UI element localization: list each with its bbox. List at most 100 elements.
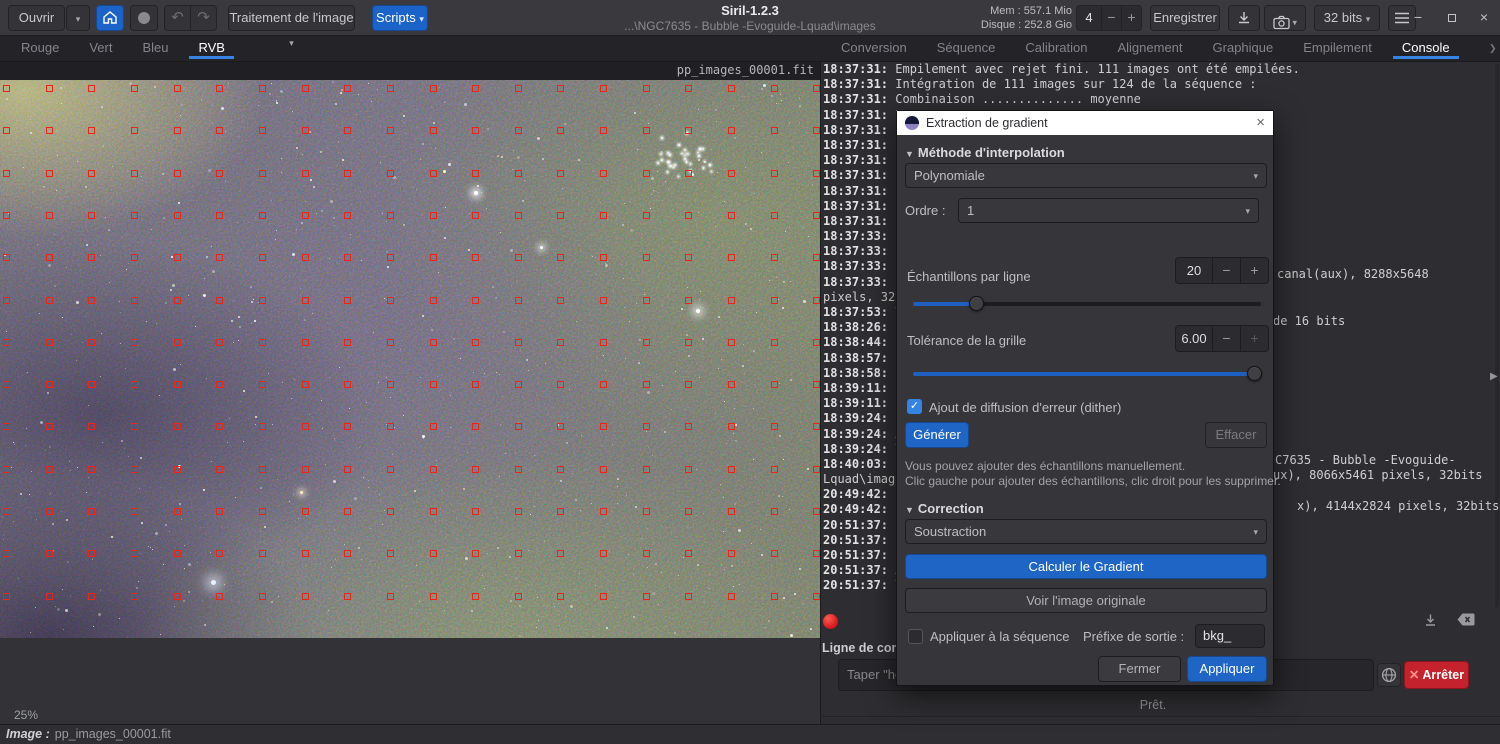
gradient-sample-box[interactable] (387, 550, 394, 557)
gradient-sample-box[interactable] (600, 423, 607, 430)
gradient-sample-box[interactable] (302, 127, 309, 134)
home-button[interactable] (96, 5, 124, 31)
gradient-sample-box[interactable] (387, 297, 394, 304)
order-combo[interactable]: 1▾ (958, 198, 1259, 223)
tab-panel-graphique[interactable]: Graphique (1198, 36, 1289, 59)
gradient-sample-box[interactable] (387, 127, 394, 134)
gradient-sample-box[interactable] (46, 85, 53, 92)
gradient-sample-box[interactable] (344, 466, 351, 473)
gradient-sample-box[interactable] (46, 423, 53, 430)
gradient-sample-box[interactable] (3, 254, 10, 261)
gradient-sample-box[interactable] (643, 423, 650, 430)
gradient-sample-box[interactable] (728, 254, 735, 261)
gradient-sample-box[interactable] (344, 170, 351, 177)
gradient-sample-box[interactable] (387, 85, 394, 92)
gradient-sample-box[interactable] (88, 550, 95, 557)
plus-button[interactable]: + (1121, 6, 1141, 30)
gradient-sample-box[interactable] (174, 593, 181, 600)
gradient-sample-box[interactable] (685, 593, 692, 600)
gradient-sample-box[interactable] (685, 212, 692, 219)
gradient-sample-box[interactable] (515, 170, 522, 177)
gradient-sample-box[interactable] (472, 381, 479, 388)
gradient-sample-box[interactable] (813, 297, 820, 304)
gradient-sample-box[interactable] (216, 170, 223, 177)
undo-button[interactable]: ↶ (164, 5, 191, 31)
gradient-sample-box[interactable] (643, 127, 650, 134)
gradient-sample-box[interactable] (174, 508, 181, 515)
gradient-sample-box[interactable] (685, 423, 692, 430)
gradient-sample-box[interactable] (643, 297, 650, 304)
gradient-sample-box[interactable] (88, 593, 95, 600)
gradient-sample-box[interactable] (259, 508, 266, 515)
minus-button[interactable]: − (1101, 6, 1121, 30)
gradient-sample-box[interactable] (174, 254, 181, 261)
gradient-sample-box[interactable] (131, 85, 138, 92)
gradient-sample-box[interactable] (515, 508, 522, 515)
slider-handle[interactable] (969, 296, 984, 311)
gradient-sample-box[interactable] (813, 212, 820, 219)
gradient-sample-box[interactable] (88, 508, 95, 515)
minus-button[interactable]: − (1212, 258, 1240, 283)
export-log-button[interactable] (1423, 613, 1438, 628)
gradient-sample-box[interactable] (131, 170, 138, 177)
gradient-sample-box[interactable] (771, 297, 778, 304)
gradient-sample-box[interactable] (174, 85, 181, 92)
gradient-sample-box[interactable] (344, 212, 351, 219)
export-button[interactable] (1228, 5, 1260, 31)
gradient-sample-box[interactable] (131, 593, 138, 600)
gradient-sample-box[interactable] (600, 508, 607, 515)
tab-panel-alignement[interactable]: Alignement (1102, 36, 1197, 59)
gradient-sample-box[interactable] (131, 466, 138, 473)
gradient-sample-box[interactable] (557, 212, 564, 219)
gradient-sample-box[interactable] (813, 550, 820, 557)
gradient-sample-box[interactable] (302, 297, 309, 304)
gradient-sample-box[interactable] (771, 466, 778, 473)
gradient-sample-box[interactable] (174, 339, 181, 346)
gradient-sample-box[interactable] (344, 550, 351, 557)
gradient-sample-box[interactable] (771, 254, 778, 261)
gradient-sample-box[interactable] (3, 212, 10, 219)
gradient-sample-box[interactable] (46, 550, 53, 557)
gradient-sample-box[interactable] (685, 85, 692, 92)
gradient-sample-box[interactable] (3, 381, 10, 388)
gradient-sample-box[interactable] (643, 508, 650, 515)
gradient-sample-box[interactable] (557, 550, 564, 557)
gradient-sample-box[interactable] (728, 381, 735, 388)
online-help-button[interactable] (1377, 663, 1401, 687)
gradient-sample-box[interactable] (387, 254, 394, 261)
pane-expander-icon[interactable]: ▶ (1490, 371, 1498, 382)
gradient-sample-box[interactable] (515, 550, 522, 557)
gradient-sample-box[interactable] (771, 85, 778, 92)
gradient-sample-box[interactable] (131, 254, 138, 261)
gradient-sample-box[interactable] (174, 212, 181, 219)
gradient-sample-box[interactable] (472, 85, 479, 92)
gradient-sample-box[interactable] (3, 508, 10, 515)
open-dropdown-button[interactable]: ▾ (66, 5, 90, 31)
gradient-sample-box[interactable] (216, 466, 223, 473)
gradient-sample-box[interactable] (600, 254, 607, 261)
gradient-sample-box[interactable] (344, 381, 351, 388)
bit-depth-selector[interactable]: 32 bits ▾ (1314, 5, 1380, 31)
correction-section-header[interactable]: ▼Correction (905, 501, 984, 516)
gradient-sample-box[interactable] (515, 466, 522, 473)
gradient-sample-box[interactable] (472, 339, 479, 346)
gradient-sample-box[interactable] (3, 127, 10, 134)
gradient-sample-box[interactable] (88, 85, 95, 92)
gradient-sample-box[interactable] (131, 339, 138, 346)
apply-button[interactable]: Appliquer (1187, 656, 1267, 682)
gradient-sample-box[interactable] (302, 339, 309, 346)
gradient-sample-box[interactable] (685, 550, 692, 557)
samples-per-line-spinner[interactable]: 20 − + (1175, 257, 1269, 284)
gradient-sample-box[interactable] (344, 339, 351, 346)
gradient-sample-box[interactable] (387, 212, 394, 219)
gradient-sample-box[interactable] (430, 423, 437, 430)
gradient-sample-box[interactable] (515, 254, 522, 261)
gradient-sample-box[interactable] (302, 508, 309, 515)
gradient-sample-box[interactable] (387, 170, 394, 177)
view-original-button[interactable]: Voir l'image originale (905, 588, 1267, 613)
gradient-sample-box[interactable] (216, 127, 223, 134)
gradient-sample-box[interactable] (472, 127, 479, 134)
gradient-sample-box[interactable] (643, 254, 650, 261)
gradient-sample-box[interactable] (728, 593, 735, 600)
gradient-sample-box[interactable] (387, 381, 394, 388)
